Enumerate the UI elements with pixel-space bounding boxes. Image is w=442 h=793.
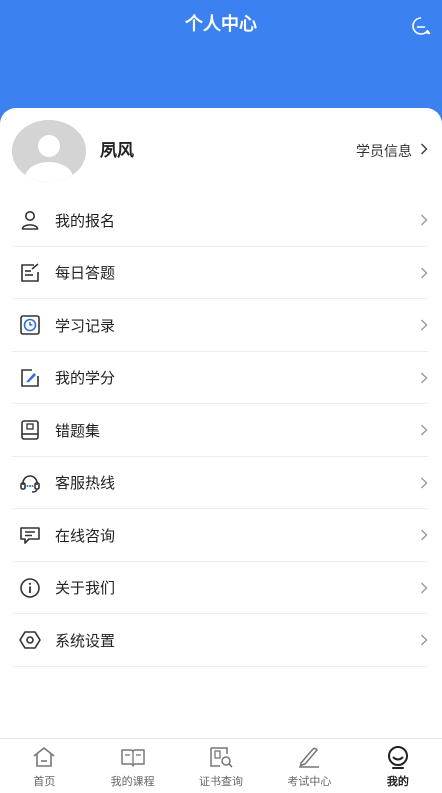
book-icon [19, 419, 41, 441]
tab-label: 我的课程 [110, 775, 155, 788]
tab-exam-center[interactable]: 考试中心 [265, 739, 353, 793]
tab-mine[interactable]: 我的 [354, 739, 442, 793]
chevron-right-icon [420, 214, 428, 226]
menu-item-label: 错题集 [55, 421, 101, 440]
headset-icon [19, 472, 41, 494]
chevron-right-icon [420, 477, 428, 489]
menu-item-label: 我的学分 [55, 369, 116, 388]
tab-certificate-query[interactable]: 证书查询 [177, 739, 265, 793]
chevron-right-icon [420, 634, 428, 646]
menu-item-credits[interactable]: 我的学分 [0, 352, 442, 405]
chevron-right-icon [420, 372, 428, 384]
menu-item-wrong-questions[interactable]: 错题集 [0, 404, 442, 457]
profile-card: 夙风 学员信息 我的报名 每日答题 学习记录 我的学分 错题集 客服热线 在线咨… [0, 108, 442, 748]
user-icon [19, 209, 41, 231]
menu-item-label: 客服热线 [55, 474, 116, 493]
menu-item-label: 系统设置 [55, 631, 116, 650]
edit-note-icon [19, 262, 41, 284]
default-avatar-icon [12, 120, 86, 182]
chevron-right-icon [420, 267, 428, 279]
tab-label: 我的 [386, 775, 409, 788]
home-icon [31, 744, 57, 770]
menu-item-label: 在线咨询 [55, 526, 116, 545]
chevron-right-icon [420, 424, 428, 436]
menu-item-label: 关于我们 [55, 579, 116, 598]
clock-icon [19, 314, 41, 336]
profile-header: 夙风 学员信息 [0, 108, 442, 194]
username: 夙风 [100, 141, 134, 161]
menu-item-daily-quiz[interactable]: 每日答题 [0, 247, 442, 300]
pen-icon [19, 367, 41, 389]
menu-item-label: 我的报名 [55, 211, 116, 230]
menu-list: 我的报名 每日答题 学习记录 我的学分 错题集 客服热线 在线咨询 关于我们 系… [0, 194, 442, 667]
chevron-right-icon [420, 319, 428, 331]
menu-item-service-hotline[interactable]: 客服热线 [0, 457, 442, 510]
tab-label: 考试中心 [287, 775, 332, 788]
chat-icon [19, 524, 41, 546]
tab-label: 首页 [33, 775, 56, 788]
student-info-link[interactable]: 学员信息 [356, 140, 428, 162]
bottom-tabbar: 首页 我的课程 证书查询 考试中心 我的 [0, 738, 442, 793]
student-info-label: 学员信息 [356, 144, 412, 160]
menu-item-label: 学习记录 [55, 316, 116, 335]
menu-item-settings[interactable]: 系统设置 [0, 614, 442, 667]
menu-item-label: 每日答题 [55, 264, 116, 283]
info-icon [19, 577, 41, 599]
open-book-icon [120, 744, 146, 770]
tab-label: 证书查询 [199, 775, 244, 788]
chevron-right-icon [420, 582, 428, 594]
message-icon [412, 17, 431, 35]
menu-item-about-us[interactable]: 关于我们 [0, 562, 442, 615]
pencil-icon [296, 744, 322, 770]
tab-home[interactable]: 首页 [0, 739, 88, 793]
page-title: 个人中心 [185, 14, 257, 35]
menu-item-registration[interactable]: 我的报名 [0, 194, 442, 247]
message-button[interactable] [410, 15, 432, 37]
profile-icon [385, 744, 411, 770]
certificate-search-icon [208, 744, 234, 770]
tab-my-courses[interactable]: 我的课程 [88, 739, 176, 793]
chevron-right-icon [420, 143, 428, 159]
avatar[interactable] [12, 120, 86, 182]
settings-icon [19, 629, 41, 651]
menu-item-study-record[interactable]: 学习记录 [0, 299, 442, 352]
menu-item-online-consult[interactable]: 在线咨询 [0, 509, 442, 562]
chevron-right-icon [420, 529, 428, 541]
